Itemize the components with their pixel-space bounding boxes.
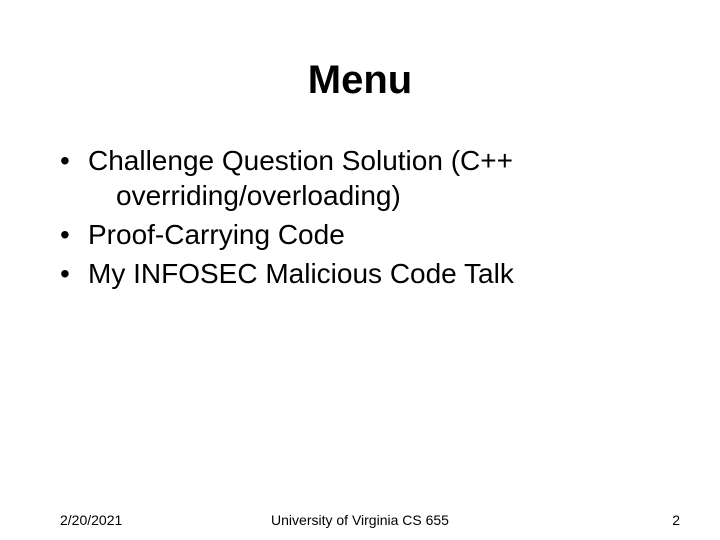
slide-title: Menu bbox=[0, 0, 720, 103]
bullet-text: My INFOSEC Malicious Code Talk bbox=[88, 258, 514, 289]
list-item: Proof-Carrying Code bbox=[60, 217, 680, 252]
slide-content: Challenge Question Solution (C++ overrid… bbox=[0, 103, 720, 291]
bullet-text: Proof-Carrying Code bbox=[88, 219, 345, 250]
footer-page-number: 2 bbox=[672, 512, 680, 528]
bullet-text: Challenge Question Solution (C++ bbox=[88, 145, 513, 176]
footer-center: University of Virginia CS 655 bbox=[0, 512, 720, 528]
bullet-list: Challenge Question Solution (C++ overrid… bbox=[60, 143, 680, 291]
slide: Menu Challenge Question Solution (C++ ov… bbox=[0, 0, 720, 540]
list-item: My INFOSEC Malicious Code Talk bbox=[60, 256, 680, 291]
list-item: Challenge Question Solution (C++ overrid… bbox=[60, 143, 680, 213]
bullet-text-continuation: overriding/overloading) bbox=[88, 178, 680, 213]
